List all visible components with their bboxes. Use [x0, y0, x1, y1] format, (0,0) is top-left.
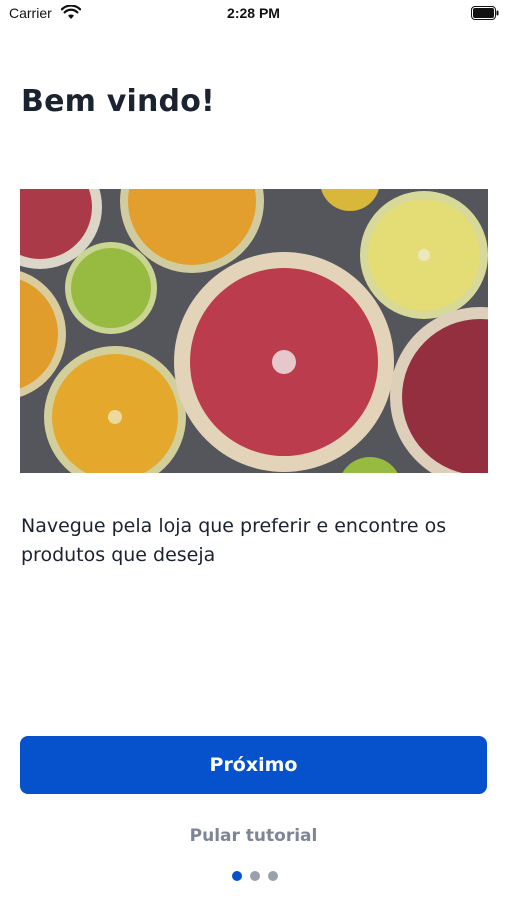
next-button[interactable]: Próximo [20, 736, 487, 794]
tutorial-description: Navegue pela loja que preferir e encontr… [21, 515, 447, 566]
page-indicator [232, 871, 278, 881]
citrus-slices-photo [20, 189, 488, 473]
skip-tutorial-link[interactable]: Pular tutorial [0, 826, 507, 846]
status-bar: Carrier 2:28 PM [0, 0, 507, 28]
page-title: Bem vindo! [21, 84, 215, 119]
page-dot-2 [250, 871, 260, 881]
page-dot-1 [232, 871, 242, 881]
hero-image [20, 189, 488, 473]
status-time: 2:28 PM [227, 5, 280, 21]
page-dot-3 [268, 871, 278, 881]
battery-icon [471, 6, 499, 20]
